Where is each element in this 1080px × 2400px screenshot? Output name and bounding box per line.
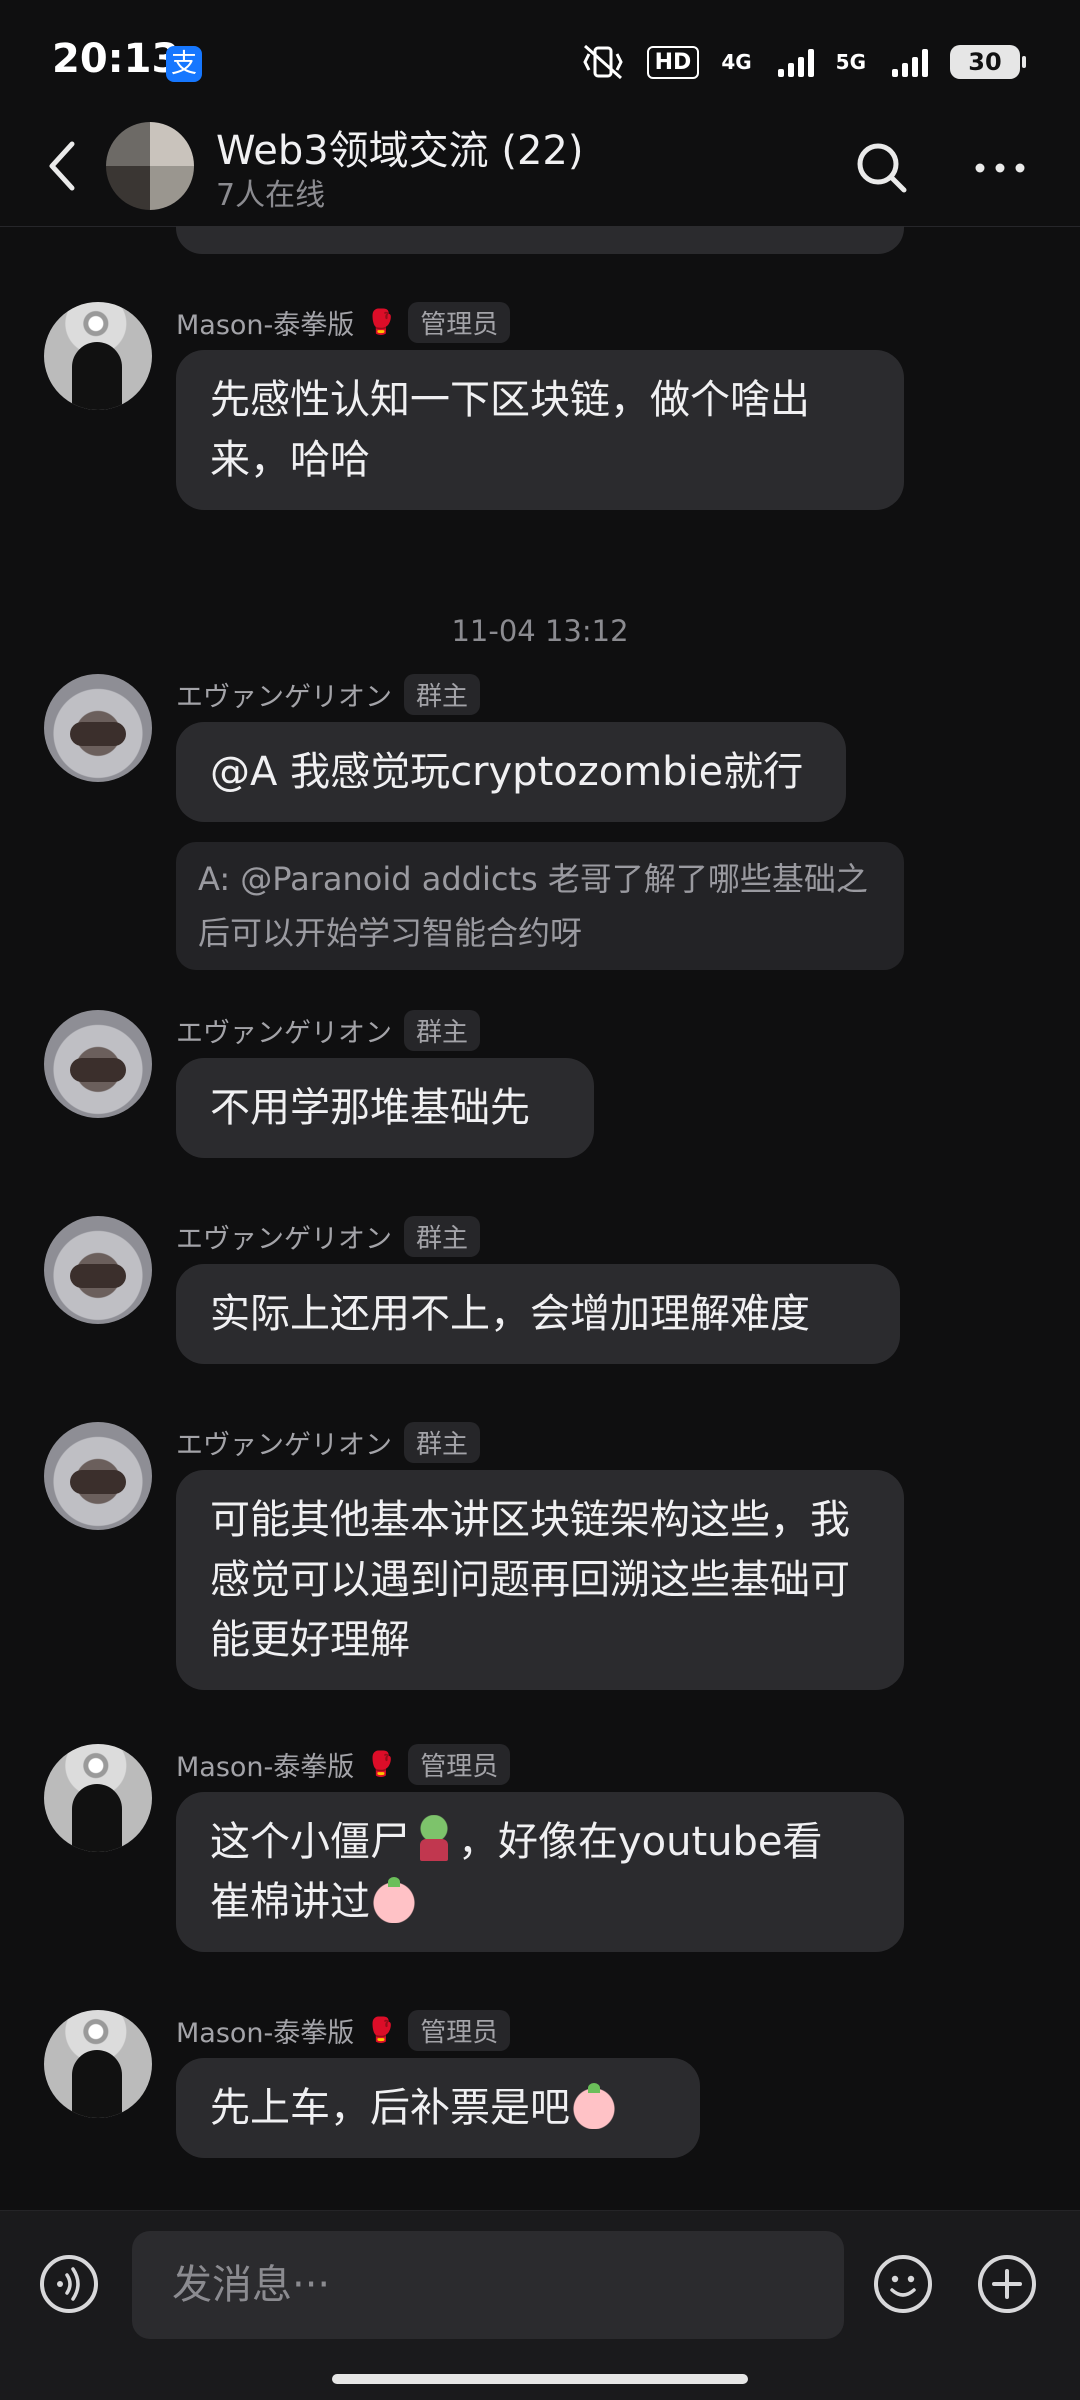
chat-screen: 20:13 支 HD 4G 5G 30 Web3领域交流 (22) 7人在线 M…: [0, 0, 1080, 2400]
role-badge: 群主: [404, 1421, 481, 1463]
chat-header: Web3领域交流 (22) 7人在线: [0, 110, 1080, 227]
network-4g-label: 4G: [721, 50, 752, 74]
avatar[interactable]: [44, 2010, 152, 2118]
message-bubble[interactable]: 先上车，后补票是吧: [176, 2058, 700, 2158]
role-badge: 群主: [404, 1215, 481, 1257]
status-bar: 20:13 支 HD 4G 5G 30: [0, 0, 1080, 120]
battery-icon: 30: [950, 45, 1026, 79]
sender-name: Mason-泰拳版: [176, 309, 355, 341]
home-indicator[interactable]: [332, 2374, 748, 2384]
avatar[interactable]: [44, 302, 152, 410]
avatar[interactable]: [44, 1010, 152, 1118]
avatar[interactable]: [44, 1422, 152, 1530]
message-bubble[interactable]: 这个小僵尸 ，好像在youtube看 崔棉讲过: [176, 1792, 904, 1952]
sender-name: エヴァンゲリオン: [176, 681, 392, 713]
sender-row: エヴァンゲリオン 群主: [176, 1215, 481, 1257]
role-badge: 群主: [404, 1009, 481, 1051]
role-badge: 管理员: [408, 2009, 511, 2051]
sender-row: Mason-泰拳版 🥊 管理员: [176, 2009, 511, 2051]
message-bubble[interactable]: 先感性认知一下区块链，做个啥出来，哈哈: [176, 350, 904, 510]
sender-name: Mason-泰拳版: [176, 2017, 355, 2049]
online-count: 7人在线: [216, 178, 326, 213]
boxing-glove-icon: 🥊: [366, 2016, 397, 2044]
sender-name: エヴァンゲリオン: [176, 1429, 392, 1461]
peach-emoji-icon: [370, 1875, 418, 1923]
back-arrow-icon[interactable]: [40, 136, 84, 196]
avatar[interactable]: [44, 1216, 152, 1324]
more-options-icon[interactable]: [970, 140, 1030, 196]
message-bubble[interactable]: 实际上还用不上，会增加理解难度: [176, 1264, 900, 1364]
group-avatar[interactable]: [106, 122, 194, 210]
message-text: 先上车，后补票是吧: [210, 2085, 570, 2131]
previous-message-bubble: [176, 226, 904, 254]
sender-name: エヴァンゲリオン: [176, 1223, 392, 1255]
sender-row: Mason-泰拳版 🥊 管理员: [176, 301, 511, 343]
boxing-glove-icon: 🥊: [366, 1750, 397, 1778]
signal-bars-icon: [777, 47, 814, 77]
avatar[interactable]: [44, 1744, 152, 1852]
hd-label: HD: [646, 45, 700, 79]
status-time: 20:13: [52, 36, 180, 82]
search-icon[interactable]: [854, 140, 910, 196]
voice-input-icon[interactable]: [38, 2253, 100, 2315]
message-input[interactable]: [132, 2231, 844, 2339]
sender-row: エヴァンゲリオン 群主: [176, 1421, 481, 1463]
group-title[interactable]: Web3领域交流 (22): [216, 118, 583, 176]
avatar[interactable]: [44, 674, 152, 782]
role-badge: 管理员: [408, 301, 511, 343]
input-bar: [0, 2210, 1080, 2400]
quoted-message[interactable]: A: @Paranoid addicts 老哥了解了哪些基础之后可以开始学习智能…: [176, 842, 904, 970]
message-bubble[interactable]: @A 我感觉玩cryptozombie就行: [176, 722, 846, 822]
network-5g-label: 5G: [835, 50, 866, 74]
emoji-icon[interactable]: [872, 2253, 934, 2315]
status-icons: HD 4G 5G 30: [581, 38, 1026, 86]
add-icon[interactable]: [976, 2253, 1038, 2315]
sender-name: Mason-泰拳版: [176, 1751, 355, 1783]
message-list[interactable]: Mason-泰拳版 🥊 管理员 先感性认知一下区块链，做个啥出来，哈哈 11-0…: [0, 226, 1080, 2210]
zombie-emoji-icon: [410, 1815, 458, 1863]
message-bubble[interactable]: 不用学那堆基础先: [176, 1058, 594, 1158]
sender-row: Mason-泰拳版 🥊 管理员: [176, 1743, 511, 1785]
role-badge: 管理员: [408, 1743, 511, 1785]
peach-emoji-icon: [570, 2081, 618, 2129]
role-badge: 群主: [404, 673, 481, 715]
sender-name: エヴァンゲリオン: [176, 1017, 392, 1049]
sender-row: エヴァンゲリオン 群主: [176, 673, 481, 715]
message-bubble[interactable]: 可能其他基本讲区块链架构这些，我感觉可以遇到问题再回溯这些基础可能更好理解: [176, 1470, 904, 1690]
signal-bars-icon: [892, 47, 928, 77]
mute-vibrate-icon: [582, 44, 623, 80]
sender-row: エヴァンゲリオン 群主: [176, 1009, 481, 1051]
boxing-glove-icon: 🥊: [366, 308, 397, 336]
alipay-icon: 支: [166, 46, 202, 82]
timestamp: 11-04 13:12: [451, 614, 629, 648]
message-text-part: 这个小僵尸: [210, 1819, 410, 1865]
